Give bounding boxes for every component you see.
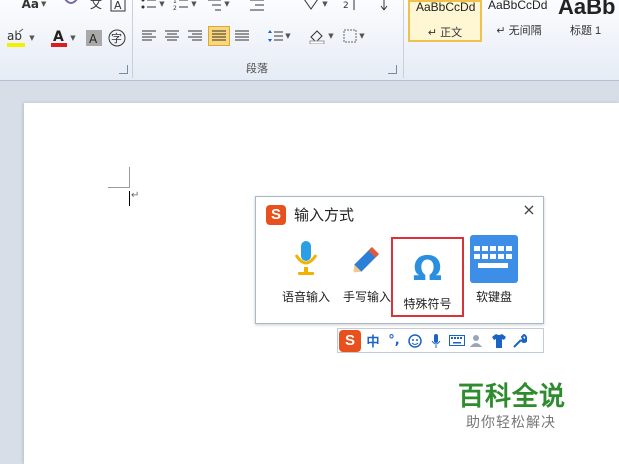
keyboard-icon[interactable]: [448, 331, 466, 351]
option-label: 语音输入: [281, 290, 330, 304]
style-normal[interactable]: AaBbCcDd ↵ 正文: [408, 0, 482, 42]
chinese-mode-toggle[interactable]: 中: [364, 331, 382, 351]
paragraph-dialog-launcher[interactable]: [388, 65, 397, 74]
shading-icon[interactable]: ▼: [306, 26, 336, 46]
text-cursor: [129, 191, 130, 206]
ribbon: Aa ▼ 文 A ab ▼ A ▼ A 字 ▼ 1 2 ▼ ▼ ▼ 2 ▼ ▼ …: [0, 0, 619, 81]
punctuation-toggle[interactable]: °,: [385, 331, 403, 351]
borders-icon[interactable]: ▼: [340, 26, 368, 46]
font-color-button[interactable]: A ▼: [46, 28, 80, 48]
sort-icon[interactable]: 2: [340, 0, 362, 14]
crop-mark: [108, 187, 130, 188]
style-no-spacing[interactable]: AaBbCcDd ↵ 无间隔: [482, 0, 556, 42]
char-shading-icon[interactable]: A: [84, 28, 104, 48]
ime-status-bar: S 中 °,: [337, 328, 544, 353]
distributed-icon[interactable]: [232, 26, 252, 46]
numbering-icon[interactable]: 1 2 ▼: [172, 0, 198, 14]
sogou-logo-icon: S: [266, 205, 286, 225]
ime-popup-title: 输入方式: [294, 206, 355, 224]
paragraph-group-label: 段落: [246, 62, 268, 75]
microphone-icon: [286, 237, 326, 281]
enclose-char-icon[interactable]: 字: [106, 28, 128, 48]
svg-text:A: A: [114, 0, 122, 12]
voice-input-option[interactable]: 语音输入: [276, 237, 336, 311]
format-painter-icon[interactable]: [60, 0, 82, 14]
justify-icon[interactable]: [208, 26, 230, 46]
decrease-indent-icon[interactable]: [246, 0, 268, 14]
special-symbols-option[interactable]: Ω 特殊符号: [391, 237, 464, 317]
style-name: 标题 1: [570, 25, 602, 37]
user-icon[interactable]: [469, 331, 487, 351]
phonetic-guide-icon[interactable]: 文: [86, 0, 108, 14]
svg-text:A: A: [53, 29, 64, 45]
microphone-icon[interactable]: [427, 331, 445, 351]
crop-mark: [129, 167, 130, 188]
omega-icon: Ω: [408, 245, 448, 289]
option-label: 特殊符号: [403, 297, 452, 311]
soft-keyboard-option[interactable]: 软键盘: [464, 235, 524, 311]
change-case-button[interactable]: Aa ▼: [20, 0, 48, 14]
multilevel-list-icon[interactable]: ▼: [204, 0, 232, 14]
group-separator: [403, 0, 404, 78]
align-center-icon[interactable]: [162, 26, 182, 46]
handwriting-input-option[interactable]: 手写输入: [337, 237, 397, 311]
group-separator: [132, 0, 133, 78]
svg-text:A: A: [89, 32, 98, 46]
option-label: 软键盘: [475, 290, 512, 304]
svg-text:字: 字: [111, 31, 122, 45]
skin-shirt-icon[interactable]: [490, 331, 508, 351]
pencil-icon: [347, 237, 387, 281]
text-highlight-button[interactable]: ab ▼: [2, 28, 38, 48]
char-border-icon[interactable]: A: [108, 0, 128, 14]
font-dialog-launcher[interactable]: [119, 65, 128, 74]
svg-text:Ω: Ω: [413, 250, 442, 284]
option-label: 手写输入: [342, 290, 391, 304]
align-right-icon[interactable]: [185, 26, 205, 46]
show-marks-icon[interactable]: [374, 0, 394, 14]
align-left-icon[interactable]: [139, 26, 159, 46]
line-spacing-icon[interactable]: ▼: [264, 26, 294, 46]
style-sample: AaBbCcDd: [416, 0, 476, 14]
svg-text:2: 2: [173, 5, 177, 11]
style-name: ↵ 无间隔: [496, 25, 542, 37]
watermark-title: 百科全说: [458, 382, 567, 412]
ime-input-method-popup: S 输入方式 × 语音输入 手写输入 Ω 特殊符号 软键盘: [255, 196, 544, 324]
svg-text:2: 2: [343, 1, 349, 11]
style-heading-1[interactable]: AaBb 标题 1: [556, 0, 619, 42]
sogou-logo-icon[interactable]: S: [339, 329, 361, 352]
wrench-icon[interactable]: [511, 331, 529, 351]
emoji-icon[interactable]: [406, 331, 424, 351]
style-sample: AaBbCcDd: [488, 0, 548, 12]
paragraph-mark: ↵: [131, 190, 140, 201]
svg-text:文: 文: [90, 0, 102, 11]
chinese-layout-icon[interactable]: ▼: [300, 0, 330, 14]
watermark-subtitle: 助你轻松解决: [466, 415, 556, 431]
close-icon[interactable]: ×: [521, 202, 537, 218]
keyboard-icon: [470, 235, 518, 283]
bullets-icon[interactable]: ▼: [140, 0, 166, 14]
change-case-label: Aa: [21, 0, 39, 11]
style-name: ↵ 正文: [427, 27, 463, 39]
style-sample: AaBb: [558, 0, 616, 19]
